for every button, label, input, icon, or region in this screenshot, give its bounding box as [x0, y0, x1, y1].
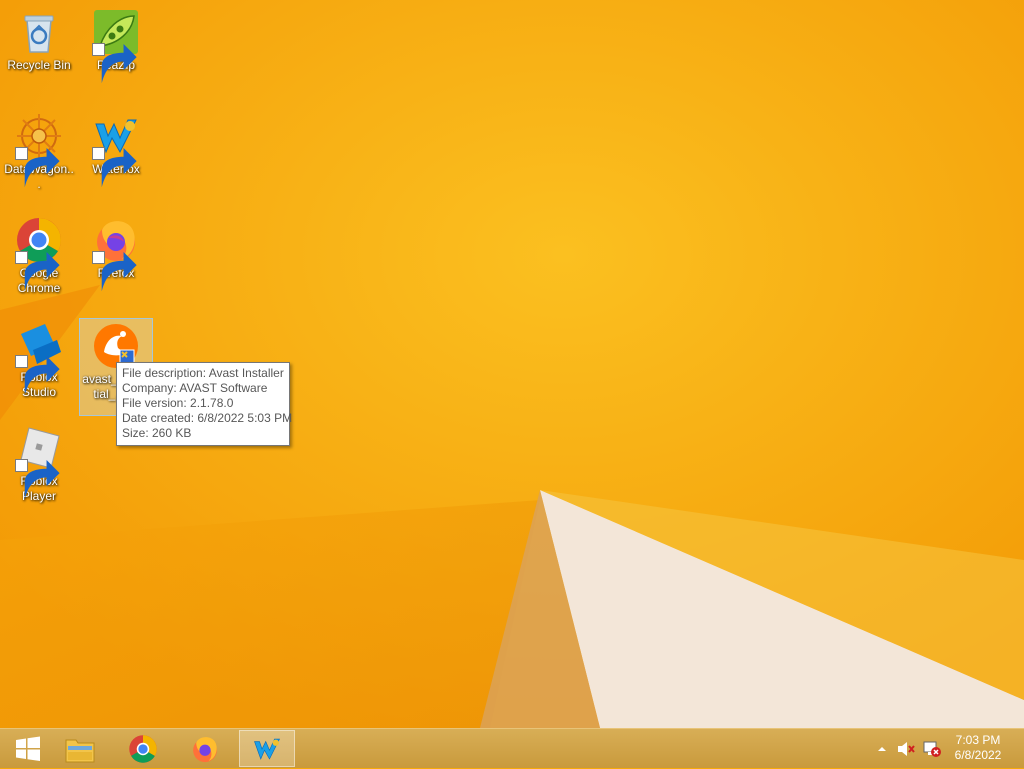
windows-start-icon: [14, 735, 42, 763]
roblox-player-icon: [15, 424, 63, 500]
roblox-studio-icon: [15, 320, 63, 396]
file-info-tooltip: File description: Avast Installer Compan…: [116, 362, 293, 446]
desktop-icon-datawagon[interactable]: DataWagon...: [2, 106, 76, 192]
desktop-icon-peazip[interactable]: PeaZip: [79, 2, 153, 84]
desktop-icon-google-chrome[interactable]: Google Chrome: [2, 210, 76, 296]
shortcut-arrow-icon: [92, 43, 137, 84]
taskbar-file-explorer[interactable]: [52, 730, 108, 767]
firefox-icon: [92, 216, 140, 292]
show-hidden-icons-chevron[interactable]: [874, 741, 890, 757]
taskbar-waterfox[interactable]: [239, 730, 295, 767]
clock-time: 7:03 PM: [955, 733, 1001, 747]
waterfox-icon: [92, 112, 140, 188]
shortcut-arrow-icon: [92, 147, 137, 188]
taskbar-chrome[interactable]: [115, 730, 171, 767]
tooltip-description: File description: Avast Installer: [122, 366, 284, 380]
tooltip-created: Date created: 6/8/2022 5:03 PM: [122, 411, 293, 425]
desktop-icon-recycle-bin[interactable]: Recycle Bin: [2, 2, 76, 73]
recycle-bin-icon: [15, 8, 63, 56]
tooltip-company: Company: AVAST Software: [122, 381, 268, 395]
volume-muted-icon[interactable]: [896, 740, 916, 758]
desktop-icon-waterfox[interactable]: Waterfox: [79, 106, 153, 188]
file-explorer-icon: [64, 734, 96, 764]
tooltip-version: File version: 2.1.78.0: [122, 396, 234, 410]
desktop-icon-roblox-studio[interactable]: Roblox Studio: [2, 314, 76, 400]
chrome-icon: [128, 734, 158, 764]
desktop-icon-label: Recycle Bin: [7, 58, 71, 72]
taskbar: 7:03 PM 6/8/2022: [0, 728, 1024, 768]
tooltip-size: Size: 260 KB: [122, 426, 192, 440]
desktop-icon-firefox[interactable]: Firefox: [79, 210, 153, 292]
network-error-icon[interactable]: [922, 740, 942, 758]
shortcut-arrow-icon: [15, 251, 60, 292]
desktop-icon-roblox-player[interactable]: Roblox Player: [2, 418, 76, 504]
shortcut-arrow-icon: [15, 459, 60, 500]
datawagon-icon: [15, 112, 63, 188]
peazip-icon: [92, 8, 140, 84]
clock-date: 6/8/2022: [954, 748, 1002, 762]
taskbar-clock[interactable]: 7:03 PM 6/8/2022: [952, 733, 1004, 763]
waterfox-icon: [251, 734, 283, 764]
shortcut-arrow-icon: [15, 147, 60, 188]
shortcut-arrow-icon: [92, 251, 137, 292]
firefox-icon: [190, 734, 220, 764]
system-tray: [874, 729, 942, 769]
taskbar-firefox[interactable]: [177, 730, 233, 767]
shortcut-arrow-icon: [15, 355, 60, 396]
start-button[interactable]: [0, 730, 56, 767]
chrome-icon: [15, 216, 63, 292]
